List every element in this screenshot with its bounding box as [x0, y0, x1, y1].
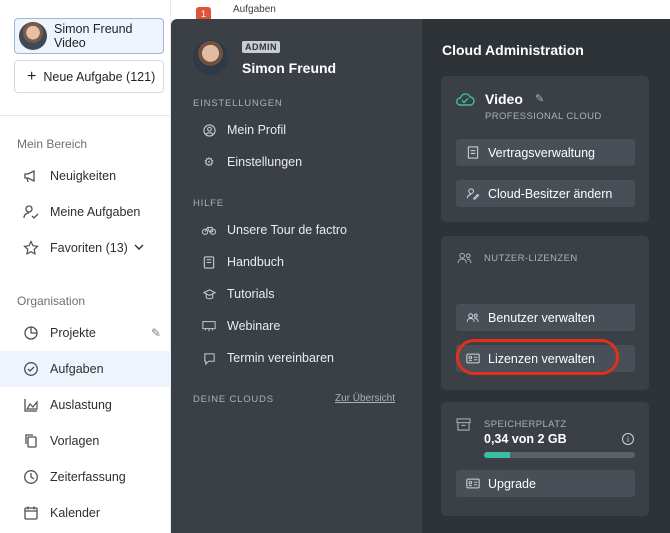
chevron-down-icon[interactable] [134, 243, 144, 254]
cloud-plan: PROFESSIONAL CLOUD [485, 111, 602, 122]
user-menu-name: Simon Freund [242, 60, 337, 76]
cloud-name: Video [54, 36, 86, 50]
sidebar-item-zeiterfassung[interactable]: Zeiterfassung [0, 459, 171, 495]
sidebar-item-meine-aufgaben[interactable]: Meine Aufgaben [0, 194, 171, 230]
storage-progress-bar [484, 452, 635, 458]
storage-card: SPEICHERPLATZ 0,34 von 2 GB i Upgrade [441, 402, 649, 516]
sidebar-item-aufgaben[interactable]: Aufgaben [0, 351, 171, 387]
user-circle-icon [202, 123, 216, 137]
help-heading: HILFE [193, 198, 224, 209]
clouds-overview-link[interactable]: Zur Übersicht [335, 393, 395, 404]
manage-users-button[interactable]: Benutzer verwalten [456, 304, 635, 331]
divider [0, 115, 171, 116]
page-title: Aufgaben [233, 4, 276, 15]
settings-heading: EINSTELLUNGEN [193, 98, 283, 109]
menu-item-webinare[interactable]: Webinare [193, 314, 408, 338]
archive-icon [456, 418, 474, 432]
user-switcher[interactable]: Simon Freund Video [14, 18, 164, 54]
cloud-admin-panel: Cloud Administration Video ✎ PROFESSIONA… [422, 19, 670, 533]
cloud-check-icon [455, 92, 475, 106]
app-sidebar: Simon Freund Video + Neue Aufgabe (121) … [0, 0, 171, 533]
section-label-organisation: Organisation [17, 294, 86, 308]
sidebar-item-projekte[interactable]: Projekte ✎ [0, 315, 171, 351]
cloud-name: Video [485, 91, 523, 107]
menu-item-tutorials[interactable]: Tutorials [193, 282, 408, 306]
users-icon [456, 252, 474, 266]
upgrade-button[interactable]: Upgrade [456, 470, 635, 497]
licenses-heading: NUTZER-LIZENZEN [484, 253, 578, 264]
presentation-icon [202, 319, 216, 333]
highlight-annotation [456, 339, 619, 375]
avatar [193, 40, 228, 75]
storage-heading: SPEICHERPLATZ [484, 419, 567, 430]
sidebar-item-neuigkeiten[interactable]: Neuigkeiten [0, 158, 171, 194]
bicycle-icon [202, 223, 216, 237]
contract-management-button[interactable]: Vertragsverwaltung [456, 139, 635, 166]
role-badge: ADMIN [242, 41, 280, 53]
plus-icon: + [27, 67, 37, 85]
storage-value: 0,34 von 2 GB [484, 432, 567, 446]
menu-item-tour[interactable]: Unsere Tour de factro [193, 218, 408, 242]
check-circle-icon [22, 361, 39, 378]
pencil-icon[interactable]: ✎ [535, 92, 544, 105]
area-chart-icon [22, 397, 39, 414]
document-icon [466, 146, 480, 160]
sidebar-item-kalender[interactable]: Kalender [0, 495, 171, 531]
sidebar-item-auslastung[interactable]: Auslastung [0, 387, 171, 423]
new-task-button[interactable]: + Neue Aufgabe (121) [14, 60, 164, 93]
gear-icon: ⚙ [203, 155, 215, 169]
megaphone-icon [22, 168, 39, 185]
menu-item-termin[interactable]: Termin vereinbaren [193, 346, 408, 370]
users-icon [466, 311, 480, 325]
graduation-icon [202, 287, 216, 301]
id-card-icon [466, 477, 480, 491]
user-check-icon [22, 204, 39, 221]
cloud-card: Video ✎ PROFESSIONAL CLOUD Vertragsverwa… [441, 76, 649, 222]
sidebar-item-favoriten[interactable]: Favoriten (13) [0, 230, 171, 266]
user-menu-panel: ADMIN Simon Freund EINSTELLUNGEN Mein Pr… [171, 19, 422, 533]
clouds-heading: DEINE CLOUDS [193, 394, 274, 405]
copy-icon [22, 433, 39, 450]
info-icon[interactable]: i [622, 433, 634, 445]
storage-progress-fill [484, 452, 510, 458]
section-label-personal: Mein Bereich [17, 137, 88, 151]
pencil-icon[interactable]: ✎ [151, 326, 161, 340]
star-icon [22, 240, 39, 257]
new-task-label: Neue Aufgabe (121) [43, 69, 156, 84]
chat-icon [202, 351, 216, 365]
clock-icon [22, 469, 39, 486]
calendar-icon [22, 505, 39, 522]
menu-item-mein-profil[interactable]: Mein Profil [193, 118, 408, 142]
book-icon [202, 255, 216, 269]
pie-chart-icon [22, 325, 39, 342]
cloud-admin-title: Cloud Administration [442, 42, 584, 58]
menu-item-handbuch[interactable]: Handbuch [193, 250, 408, 274]
user-name: Simon Freund [54, 22, 133, 36]
sidebar-item-vorlagen[interactable]: Vorlagen [0, 423, 171, 459]
change-owner-button[interactable]: Cloud-Besitzer ändern [456, 180, 635, 207]
menu-item-einstellungen[interactable]: ⚙ Einstellungen [193, 150, 408, 174]
user-edit-icon [466, 187, 480, 201]
avatar [19, 22, 47, 50]
